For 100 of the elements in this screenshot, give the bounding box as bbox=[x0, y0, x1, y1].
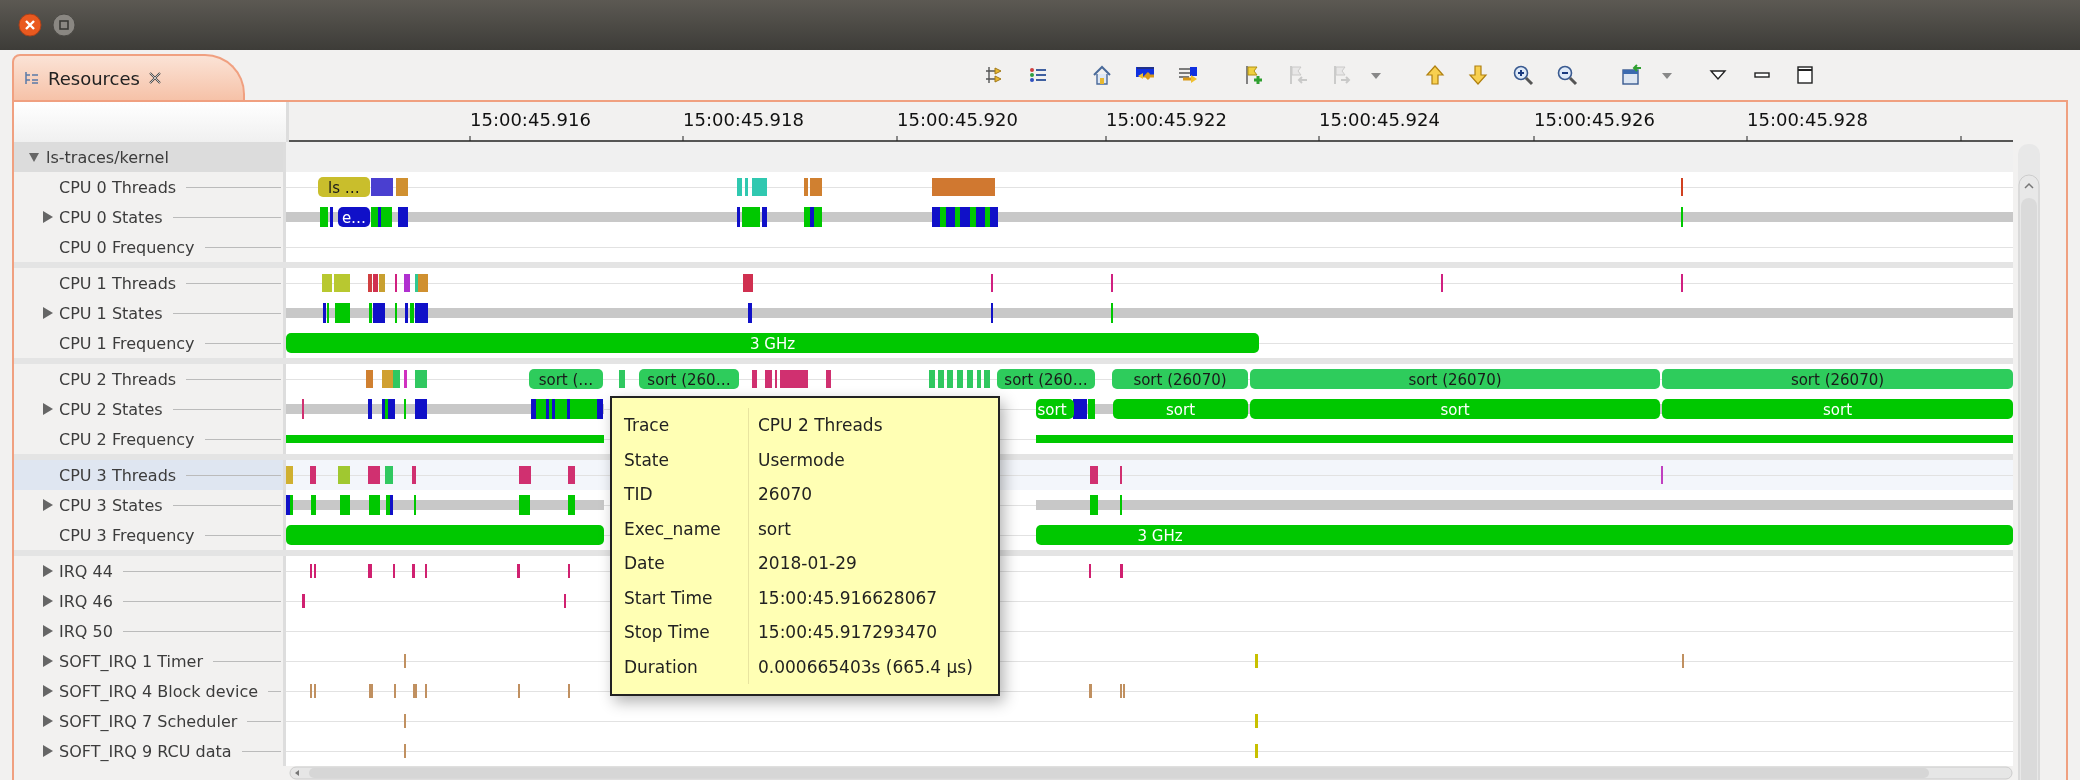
thread-segment[interactable]: sort (26070) bbox=[1662, 369, 2013, 389]
row-label: CPU 0 States bbox=[59, 207, 163, 227]
time-label: 15:00:45.928 bbox=[1746, 109, 1868, 130]
event-marks-drawing bbox=[310, 564, 316, 578]
flag-plus-icon[interactable] bbox=[1243, 64, 1265, 86]
event-marks-drawing bbox=[748, 303, 752, 323]
triangle-icon[interactable] bbox=[41, 565, 53, 577]
up-arrow-icon[interactable] bbox=[1424, 64, 1446, 86]
row-label: SOFT_IRQ 1 Timer bbox=[59, 651, 203, 671]
thread-segment[interactable]: sort (26070) bbox=[1112, 369, 1248, 389]
right-arrow-icon[interactable] bbox=[1177, 64, 1199, 86]
row-label: CPU 2 Threads bbox=[59, 369, 177, 389]
tooltip-value: Usermode bbox=[757, 448, 846, 472]
tooltip-key: State bbox=[622, 442, 749, 477]
maximize-icon[interactable] bbox=[1794, 64, 1816, 86]
tooltip-key: Exec_name bbox=[622, 511, 749, 546]
triangle-icon[interactable] bbox=[41, 499, 53, 511]
event-marks-drawing bbox=[932, 178, 995, 196]
tooltip-value: 2018-01-29 bbox=[757, 552, 858, 575]
row-label: IRQ 44 bbox=[59, 561, 113, 581]
thread-segment[interactable]: sort (260… bbox=[639, 369, 739, 389]
triangle-icon[interactable] bbox=[41, 655, 53, 667]
row-label: CPU 3 Frequency bbox=[59, 525, 195, 545]
event-marks-drawing bbox=[531, 399, 603, 419]
event-marks-drawing bbox=[368, 399, 427, 419]
tree-row[interactable]: CPU 3 Threads bbox=[14, 460, 286, 490]
time-label: 15:00:45.918 bbox=[682, 109, 804, 130]
thread-segment[interactable]: ls … bbox=[318, 177, 370, 197]
triangle-icon[interactable] bbox=[41, 307, 53, 319]
triangle-icon[interactable] bbox=[41, 625, 53, 637]
thread-segment[interactable]: sort (26070) bbox=[1250, 369, 1660, 389]
close-icon[interactable] bbox=[147, 71, 162, 85]
thread-segment[interactable]: sort (… bbox=[529, 369, 603, 389]
tooltip-key: Duration bbox=[622, 649, 749, 684]
tooltip-value: 15:00:45.917293470 bbox=[757, 621, 939, 644]
triangle-icon[interactable] bbox=[41, 211, 53, 223]
time-label: 15:00:45.916 bbox=[469, 109, 591, 130]
event-marks-drawing bbox=[1073, 399, 1095, 419]
tooltip-key: Stop Time bbox=[622, 615, 749, 650]
state-segment[interactable]: e… bbox=[338, 207, 370, 227]
row-label: CPU 1 Frequency bbox=[59, 333, 195, 353]
tooltip-value: CPU 2 Threads bbox=[757, 414, 884, 437]
event-marks-drawing bbox=[743, 274, 753, 292]
event-marks-drawing bbox=[932, 207, 998, 227]
event-marks-drawing bbox=[369, 684, 427, 698]
tooltip-key: Date bbox=[622, 546, 749, 581]
horizontal-scrollbar[interactable] bbox=[289, 766, 2013, 780]
zoom-out-icon[interactable] bbox=[1556, 64, 1578, 86]
row-label: CPU 0 Frequency bbox=[59, 237, 195, 257]
triangle-icon[interactable] bbox=[41, 595, 53, 607]
tree-icon bbox=[24, 70, 40, 86]
down-arrow-icon[interactable] bbox=[1467, 64, 1489, 86]
time-label: 15:00:45.926 bbox=[1533, 109, 1655, 130]
tooltip-value: sort bbox=[757, 517, 792, 541]
thread-segment[interactable]: sort (260… bbox=[997, 369, 1095, 389]
event-marks-drawing bbox=[371, 178, 408, 196]
close-window-icon[interactable] bbox=[18, 13, 42, 37]
row-label: SOFT_IRQ 9 RCU data bbox=[59, 741, 232, 761]
zoom-in-icon[interactable] bbox=[1512, 64, 1534, 86]
triangle-icon[interactable] bbox=[41, 715, 53, 727]
event-marks-drawing bbox=[310, 684, 316, 698]
event-marks-drawing bbox=[1255, 714, 1258, 728]
time-label: 15:00:45.924 bbox=[1318, 109, 1440, 130]
row-label: IRQ 50 bbox=[59, 621, 113, 641]
vertical-scrollbar[interactable] bbox=[2018, 144, 2040, 780]
triangle-icon[interactable] bbox=[41, 685, 53, 697]
row-label: SOFT_IRQ 4 Block device bbox=[59, 681, 259, 701]
event-marks-drawing bbox=[1255, 744, 1258, 758]
row-label: CPU 1 Threads bbox=[59, 273, 177, 293]
row-label: CPU 2 States bbox=[59, 399, 163, 419]
tooltip-value: 26070 bbox=[757, 483, 814, 506]
row-label: CPU 1 States bbox=[59, 303, 163, 323]
event-marks-drawing bbox=[1089, 564, 1123, 578]
row-label: SOFT_IRQ 7 Scheduler bbox=[59, 711, 238, 731]
event-marks-drawing bbox=[1089, 684, 1125, 698]
tooltip-value: 0.000665403s (665.4 μs) bbox=[757, 655, 974, 679]
row-label: CPU 3 Threads bbox=[59, 465, 177, 485]
tooltip-key: Start Time bbox=[622, 580, 749, 615]
event-marks-drawing bbox=[368, 564, 427, 578]
event-marks-drawing bbox=[519, 495, 575, 515]
triangle-icon[interactable] bbox=[28, 151, 40, 163]
triangle-icon[interactable] bbox=[41, 403, 53, 415]
time-label: 15:00:45.920 bbox=[896, 109, 1018, 130]
row-label: IRQ 46 bbox=[59, 591, 113, 611]
event-marks-drawing bbox=[1090, 495, 1122, 515]
event-marks-drawing bbox=[929, 370, 990, 388]
tooltip-value: 15:00:45.916628067 bbox=[757, 586, 939, 610]
row-label: CPU 3 States bbox=[59, 495, 163, 515]
event-marks-drawing bbox=[519, 466, 575, 484]
tooltip-key: Trace bbox=[622, 408, 749, 443]
maximize-window-icon[interactable] bbox=[52, 13, 76, 37]
window-plus-icon[interactable] bbox=[1621, 64, 1643, 86]
view-tab[interactable]: Resources bbox=[12, 54, 245, 100]
event-marks-drawing bbox=[1090, 466, 1122, 484]
triangle-icon[interactable] bbox=[41, 745, 53, 757]
row-label: CPU 0 Threads bbox=[59, 177, 177, 197]
time-label: 15:00:45.922 bbox=[1105, 109, 1227, 130]
row-label: CPU 2 Frequency bbox=[59, 429, 195, 449]
home-icon[interactable] bbox=[1091, 64, 1113, 86]
tooltip-key: TID bbox=[622, 477, 749, 512]
